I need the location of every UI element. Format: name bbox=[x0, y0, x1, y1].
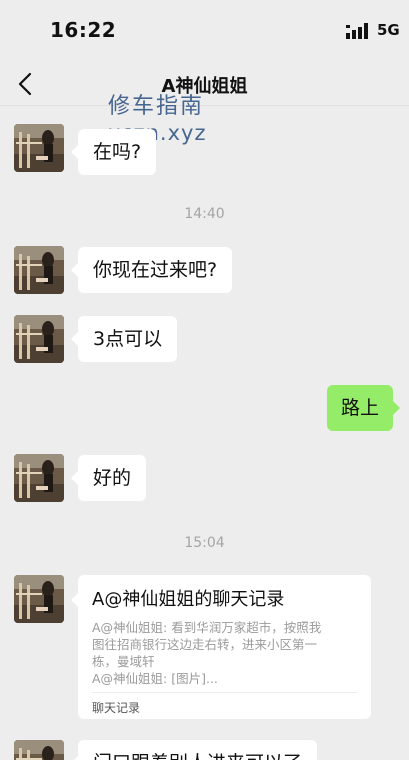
avatar-photo-icon bbox=[14, 315, 64, 363]
status-bar: 16:22 5G bbox=[0, 0, 409, 62]
chat-record-line: 图往招商银行这边走右转，进来小区第一 bbox=[92, 637, 318, 652]
message-bubble[interactable]: 好的 bbox=[70, 455, 147, 501]
avatar-photo-icon bbox=[14, 124, 64, 172]
avatar-photo-icon bbox=[14, 454, 64, 502]
my-message-bubble[interactable]: 路上 bbox=[327, 385, 401, 431]
chat-record-line: A@神仙姐姐: [图片]... bbox=[92, 671, 218, 686]
chat-record-card[interactable]: A@神仙姐姐的聊天记录 A@神仙姐姐: 看到华润万家超市，按照我 图往招商银行这… bbox=[71, 575, 371, 719]
message-bubble[interactable]: 在吗? bbox=[70, 129, 157, 175]
message-bubble[interactable]: 门口跟着别人进来可以了 bbox=[70, 740, 318, 760]
contact-avatar[interactable] bbox=[14, 246, 64, 294]
signal-strength-icon bbox=[346, 23, 368, 39]
chat-record-line: 栋，曼域轩 bbox=[92, 654, 155, 669]
divider bbox=[92, 692, 357, 693]
avatar-photo-icon bbox=[14, 740, 64, 760]
message-bubble[interactable]: 3点可以 bbox=[70, 316, 178, 362]
timestamp: 14:40 bbox=[184, 206, 225, 222]
avatar-photo-icon bbox=[14, 246, 64, 294]
chat-record-label: 聊天记录 bbox=[92, 701, 141, 715]
chat-record-title: A@神仙姐姐的聊天记录 bbox=[92, 589, 285, 610]
chat-record-preview: A@神仙姐姐: 看到华润万家超市，按照我 图往招商银行这边走右转，进来小区第一 … bbox=[92, 619, 357, 687]
status-time: 16:22 bbox=[50, 18, 117, 42]
chat-record-line: A@神仙姐姐: 看到华润万家超市，按照我 bbox=[92, 620, 322, 635]
contact-avatar[interactable] bbox=[14, 124, 64, 172]
contact-avatar[interactable] bbox=[14, 575, 64, 623]
contact-avatar[interactable] bbox=[14, 740, 64, 760]
network-type: 5G bbox=[377, 21, 400, 39]
message-bubble[interactable]: 你现在过来吧? bbox=[70, 247, 233, 293]
timestamp: 15:04 bbox=[184, 535, 225, 551]
contact-avatar[interactable] bbox=[14, 315, 64, 363]
avatar-photo-icon bbox=[14, 575, 64, 623]
watermark-line-1: 修车指南 bbox=[108, 94, 205, 119]
contact-avatar[interactable] bbox=[14, 454, 64, 502]
